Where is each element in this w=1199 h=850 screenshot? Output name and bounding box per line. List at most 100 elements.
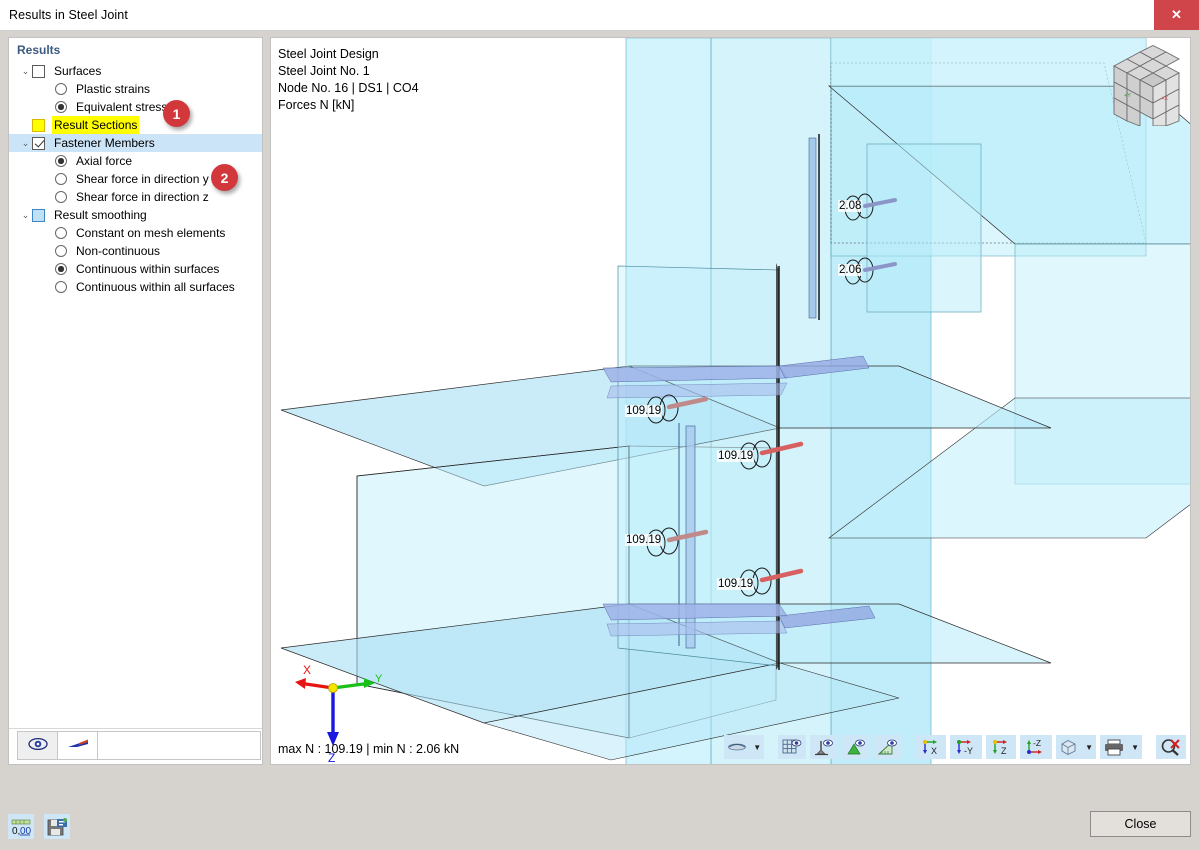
tree-item-continuous-within-all-surfaces[interactable]: ⌄ Continuous within all surfaces xyxy=(9,278,262,296)
svg-text:-Y: -Y xyxy=(964,746,973,756)
tree-item-non-continuous[interactable]: ⌄ Non-continuous xyxy=(9,242,262,260)
view-in-z-icon[interactable]: Z xyxy=(986,735,1017,759)
decimal-places-icon[interactable]: 0, 00 xyxy=(8,814,34,839)
view-in-negative-y-icon[interactable]: -Y xyxy=(950,735,983,759)
force-label: 109.19 xyxy=(625,405,663,417)
tree-item-label: Result smoothing xyxy=(54,208,147,222)
tree-item-surfaces[interactable]: ⌄ Surfaces xyxy=(9,62,262,80)
results-tree-panel: Results ⌄ Surfaces ⌄ Plastic strains ⌄ Equiva… xyxy=(8,37,263,765)
tree-item-label: Axial force xyxy=(76,154,133,168)
annotation-badge-2: 2 xyxy=(211,164,238,191)
navigation-cube-icon[interactable]: +Y +X xyxy=(1104,44,1182,129)
tree-indent-spacer: ⌄ xyxy=(19,188,32,206)
render-mode-group[interactable]: ▼ xyxy=(724,735,765,759)
force-label: 109.19 xyxy=(717,450,755,462)
render-mode-caret-icon[interactable]: ▼ xyxy=(750,743,764,752)
tree-item-equivalent-stress[interactable]: ⌄ Equivalent stress xyxy=(9,98,262,116)
svg-text:X: X xyxy=(931,746,937,756)
print-group[interactable]: ▼ xyxy=(1100,735,1142,759)
radio-non-continuous[interactable] xyxy=(55,245,67,257)
isometric-view-group[interactable]: ▼ xyxy=(1056,735,1097,759)
checkbox-result-sections[interactable] xyxy=(32,118,45,132)
close-icon[interactable]: ✕ xyxy=(1154,0,1199,30)
isometric-view-icon[interactable] xyxy=(1056,735,1083,759)
force-label: 109.19 xyxy=(717,578,755,590)
tree-item-label: Continuous within surfaces xyxy=(76,262,220,276)
tree-indent-spacer: ⌄ xyxy=(19,116,32,134)
grid-visibility-icon[interactable] xyxy=(778,735,807,759)
radio-constant-on-mesh-elements[interactable] xyxy=(55,227,67,239)
tree-indent-spacer: ⌄ xyxy=(19,242,32,260)
view-in-x-icon[interactable]: X xyxy=(916,735,947,759)
radio-axial-force[interactable] xyxy=(55,155,67,167)
tree-filter-input[interactable] xyxy=(97,731,261,760)
save-settings-icon[interactable] xyxy=(44,814,70,839)
eye-icon xyxy=(28,737,48,754)
tree-item-result-smoothing[interactable]: ⌄ Result smoothing xyxy=(9,206,262,224)
dimensions-visibility-icon[interactable] xyxy=(874,735,903,759)
render-mode-icon[interactable] xyxy=(724,735,751,759)
results-panel-title: Results xyxy=(17,43,61,57)
svg-text:+X: +X xyxy=(1161,96,1168,102)
tree-indent-spacer: ⌄ xyxy=(19,80,32,98)
radio-continuous-within-all-surfaces[interactable] xyxy=(55,281,67,293)
tree-item-result-sections[interactable]: ⌄ Result Sections xyxy=(9,116,262,134)
viewport-toolbar: ▼ X -Y Z -Z ▼ ▼ xyxy=(724,734,1186,760)
printer-icon[interactable] xyxy=(1100,735,1129,759)
supports-visibility-icon[interactable] xyxy=(810,735,839,759)
print-caret-icon[interactable]: ▼ xyxy=(1128,743,1142,752)
checkbox-result-smoothing[interactable] xyxy=(32,208,45,222)
tree-item-label: Non-continuous xyxy=(76,244,161,258)
close-button[interactable]: Close xyxy=(1090,811,1191,837)
result-diagram-icon xyxy=(67,738,89,753)
window-title: Results in Steel Joint xyxy=(9,8,128,22)
svg-text:Z: Z xyxy=(1001,746,1007,756)
legend-line-4: Forces N [kN] xyxy=(278,98,355,112)
tree-item-label: Fastener Members xyxy=(54,136,155,150)
force-label: 109.19 xyxy=(625,534,663,546)
tab-visibility[interactable] xyxy=(17,731,59,760)
tree-item-label: Continuous within all surfaces xyxy=(76,280,235,294)
chevron-down-icon[interactable]: ⌄ xyxy=(19,134,32,152)
radio-shear-force-z[interactable] xyxy=(55,191,67,203)
isometric-caret-icon[interactable]: ▼ xyxy=(1082,743,1096,752)
legend-line-2: Steel Joint No. 1 xyxy=(278,64,370,78)
steel-joint-results-dialog: Results in Steel Joint ✕ Results ⌄ Surfac… xyxy=(0,0,1199,850)
tree-item-fastener-members[interactable]: ⌄ Fastener Members xyxy=(9,134,262,152)
loads-visibility-icon[interactable] xyxy=(842,735,871,759)
left-panel-tabbar xyxy=(9,728,262,764)
chevron-down-icon[interactable]: ⌄ xyxy=(19,206,32,224)
tree-item-label: Shear force in direction z xyxy=(76,190,209,204)
steel-joint-3d-model: X Y Z xyxy=(280,38,1190,764)
dialog-bottom-bar: 0, 00 Close xyxy=(0,806,1199,850)
tree-item-continuous-within-surfaces[interactable]: ⌄ Continuous within surfaces xyxy=(9,260,262,278)
tree-item-plastic-strains[interactable]: ⌄ Plastic strains xyxy=(9,80,262,98)
tree-indent-spacer: ⌄ xyxy=(19,260,32,278)
svg-text:X: X xyxy=(303,663,311,677)
tree-item-constant-on-mesh-elements[interactable]: ⌄ Constant on mesh elements xyxy=(9,224,262,242)
chevron-down-icon[interactable]: ⌄ xyxy=(19,62,32,80)
legend-line-1: Steel Joint Design xyxy=(278,47,379,61)
radio-equivalent-stress[interactable] xyxy=(55,101,67,113)
view-in-negative-z-icon[interactable]: -Z xyxy=(1020,735,1053,759)
checkbox-surfaces[interactable] xyxy=(32,64,45,78)
zoom-reset-icon[interactable] xyxy=(1156,735,1186,759)
min-max-result-text: max N : 109.19 | min N : 2.06 kN xyxy=(278,742,460,756)
tree-item-label: Result Sections xyxy=(52,116,140,134)
tree-indent-spacer: ⌄ xyxy=(19,98,32,116)
radio-shear-force-y[interactable] xyxy=(55,173,67,185)
force-label: 2.06 xyxy=(838,264,863,276)
svg-text:+Y: +Y xyxy=(1124,93,1131,99)
checkbox-fastener-members[interactable] xyxy=(32,136,45,150)
tree-indent-spacer: ⌄ xyxy=(19,224,32,242)
tree-item-label: Surfaces xyxy=(54,64,102,78)
tab-result-diagram[interactable] xyxy=(57,731,99,760)
radio-plastic-strains[interactable] xyxy=(55,83,67,95)
3d-viewport[interactable]: X Y Z Steel Joint Design Steel Joint No.… xyxy=(270,37,1191,765)
tree-indent-spacer: ⌄ xyxy=(19,278,32,296)
tree-item-label: Equivalent stress xyxy=(76,100,168,114)
radio-continuous-within-surfaces[interactable] xyxy=(55,263,67,275)
tree-item-label: Constant on mesh elements xyxy=(76,226,226,240)
tree-indent-spacer: ⌄ xyxy=(19,152,32,170)
annotation-badge-1: 1 xyxy=(163,100,190,127)
